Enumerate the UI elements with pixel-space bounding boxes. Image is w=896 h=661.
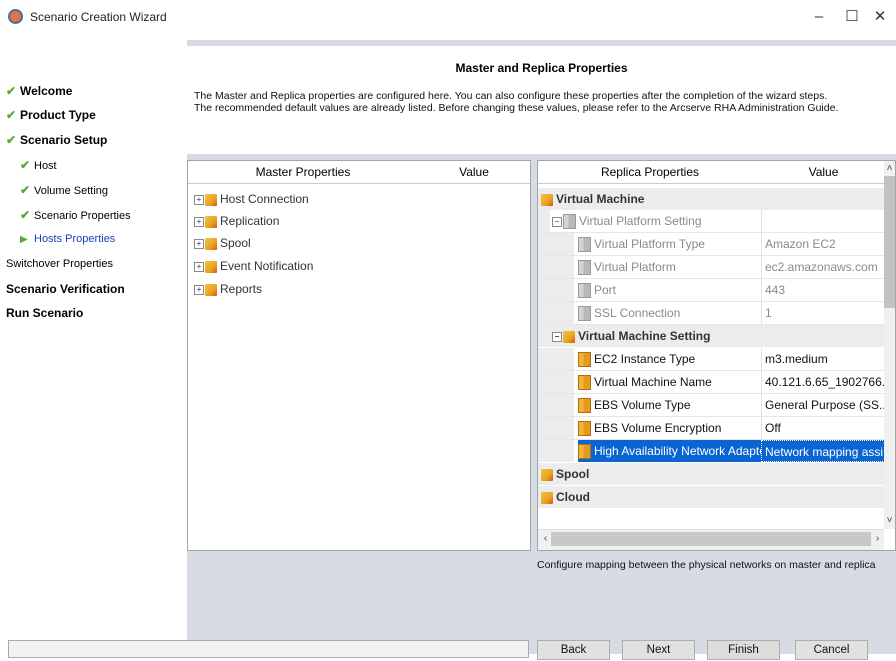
folder-icon [205, 283, 217, 296]
replica-properties-grid[interactable]: Replica Properties Value Virtual Machine… [537, 160, 896, 551]
property-icon [578, 283, 591, 299]
master-row-event-notification[interactable]: + Event Notification [194, 255, 313, 277]
app-icon [8, 9, 23, 24]
replica-row-ebs-volume-encryption[interactable]: EBS Volume Encryption Off [538, 417, 885, 440]
step-volume-setting[interactable]: ✔ Volume Setting [20, 183, 108, 197]
replica-value-column-header[interactable]: Value [762, 161, 885, 184]
step-switchover-properties[interactable]: Switchover Properties [6, 258, 113, 270]
finish-button[interactable]: Finish [707, 640, 780, 660]
master-row-spool[interactable]: + Spool [194, 232, 251, 254]
checkmark-icon: ✔ [6, 108, 17, 122]
step-host[interactable]: ✔ Host [20, 158, 57, 172]
description-line-2: The recommended default values are alrea… [194, 102, 839, 114]
folder-icon [205, 237, 217, 250]
close-button[interactable]: ✕ [868, 6, 892, 28]
step-product-type[interactable]: ✔ Product Type [6, 108, 96, 122]
expand-icon[interactable]: + [194, 261, 204, 272]
expand-icon[interactable]: + [194, 194, 204, 205]
replica-row-ec2-instance-type[interactable]: EC2 Instance Type m3.medium [538, 348, 885, 371]
replica-row-virtual-platform-type[interactable]: Virtual Platform Type Amazon EC2 [538, 233, 885, 256]
master-row-replication[interactable]: + Replication [194, 210, 279, 232]
checkmark-icon: ✔ [6, 84, 17, 98]
checkmark-icon: ✔ [20, 158, 31, 172]
maximize-button[interactable]: ☐ [840, 6, 864, 28]
replica-row-cloud[interactable]: Cloud [538, 486, 885, 508]
replica-row-ebs-volume-type[interactable]: EBS Volume Type General Purpose (SS... [538, 394, 885, 417]
property-icon [578, 421, 591, 437]
replica-row-spool[interactable]: Spool [538, 463, 885, 485]
master-value-column-header[interactable]: Value [418, 161, 530, 184]
replica-row-ssl-connection[interactable]: SSL Connection 1 [538, 302, 885, 325]
replica-property-column-header[interactable]: Replica Properties [538, 161, 763, 184]
property-icon [578, 260, 591, 276]
folder-icon [541, 193, 553, 206]
property-icon [578, 398, 591, 414]
checkmark-icon: ✔ [20, 183, 31, 197]
back-button[interactable]: Back [537, 640, 610, 660]
expand-icon[interactable]: + [194, 238, 204, 249]
property-icon [578, 237, 591, 253]
property-icon [578, 306, 591, 322]
step-welcome[interactable]: ✔ Welcome [6, 84, 72, 98]
folder-icon [205, 193, 217, 206]
master-property-column-header[interactable]: Master Properties [188, 161, 419, 184]
step-hosts-properties[interactable]: ▶ Hosts Properties [20, 233, 115, 245]
next-button[interactable]: Next [622, 640, 695, 660]
scroll-left-icon[interactable]: ‹ [540, 532, 551, 546]
scroll-down-icon[interactable]: ˅ [884, 514, 895, 528]
replica-row-virtual-machine[interactable]: Virtual Machine [538, 188, 885, 210]
replica-row-port[interactable]: Port 443 [538, 279, 885, 302]
wizard-steps-sidebar: ✔ Welcome ✔ Product Type ✔ Scenario Setup ✔… [0, 40, 187, 654]
property-icon [578, 352, 591, 368]
header-panel: Master and Replica Properties The Master… [187, 46, 896, 154]
replica-row-virtual-platform[interactable]: Virtual Platform ec2.amazonaws.com [538, 256, 885, 279]
collapse-icon[interactable]: − [552, 216, 562, 227]
replica-row-virtual-platform-setting[interactable]: − Virtual Platform Setting [538, 210, 885, 233]
status-bar [8, 640, 529, 658]
collapse-icon[interactable]: − [552, 331, 562, 342]
scroll-right-icon[interactable]: › [872, 532, 883, 546]
property-icon [578, 444, 591, 460]
checkmark-icon: ✔ [20, 208, 31, 222]
folder-icon [205, 260, 217, 273]
scroll-up-icon[interactable]: ˄ [884, 162, 895, 176]
replica-row-ha-network-adapter[interactable]: High Availability Network Adapter ... Ne… [538, 440, 885, 462]
master-row-host-connection[interactable]: + Host Connection [194, 188, 309, 210]
minimize-button[interactable]: – [807, 6, 831, 28]
master-properties-grid[interactable]: Master Properties Value + Host Connection… [187, 160, 531, 551]
replica-row-virtual-machine-setting[interactable]: − Virtual Machine Setting [538, 325, 885, 347]
folder-icon [205, 215, 217, 228]
vertical-scroll-thumb[interactable] [884, 176, 895, 308]
arrow-right-icon: ▶ [20, 234, 28, 245]
step-scenario-setup[interactable]: ✔ Scenario Setup [6, 133, 107, 147]
folder-icon [541, 491, 553, 504]
expand-icon[interactable]: + [194, 284, 204, 295]
step-scenario-verification[interactable]: Scenario Verification [6, 282, 125, 296]
step-scenario-properties[interactable]: ✔ Scenario Properties [20, 208, 131, 222]
step-run-scenario[interactable]: Run Scenario [6, 306, 83, 320]
checkmark-icon: ✔ [6, 133, 17, 147]
description-line-1: The Master and Replica properties are co… [194, 90, 828, 102]
master-row-reports[interactable]: + Reports [194, 278, 262, 300]
folder-icon [541, 468, 553, 481]
property-icon [563, 214, 576, 230]
expand-icon[interactable]: + [194, 216, 204, 227]
replica-row-virtual-machine-name[interactable]: Virtual Machine Name 40.121.6.65_1902766… [538, 371, 885, 394]
page-title: Master and Replica Properties [455, 61, 628, 75]
property-description: Configure mapping between the physical n… [537, 559, 876, 571]
property-icon [578, 375, 591, 391]
window-title: Scenario Creation Wizard [30, 10, 167, 24]
folder-icon [563, 330, 575, 343]
horizontal-scroll-thumb[interactable] [551, 532, 871, 546]
cancel-button[interactable]: Cancel [795, 640, 868, 660]
